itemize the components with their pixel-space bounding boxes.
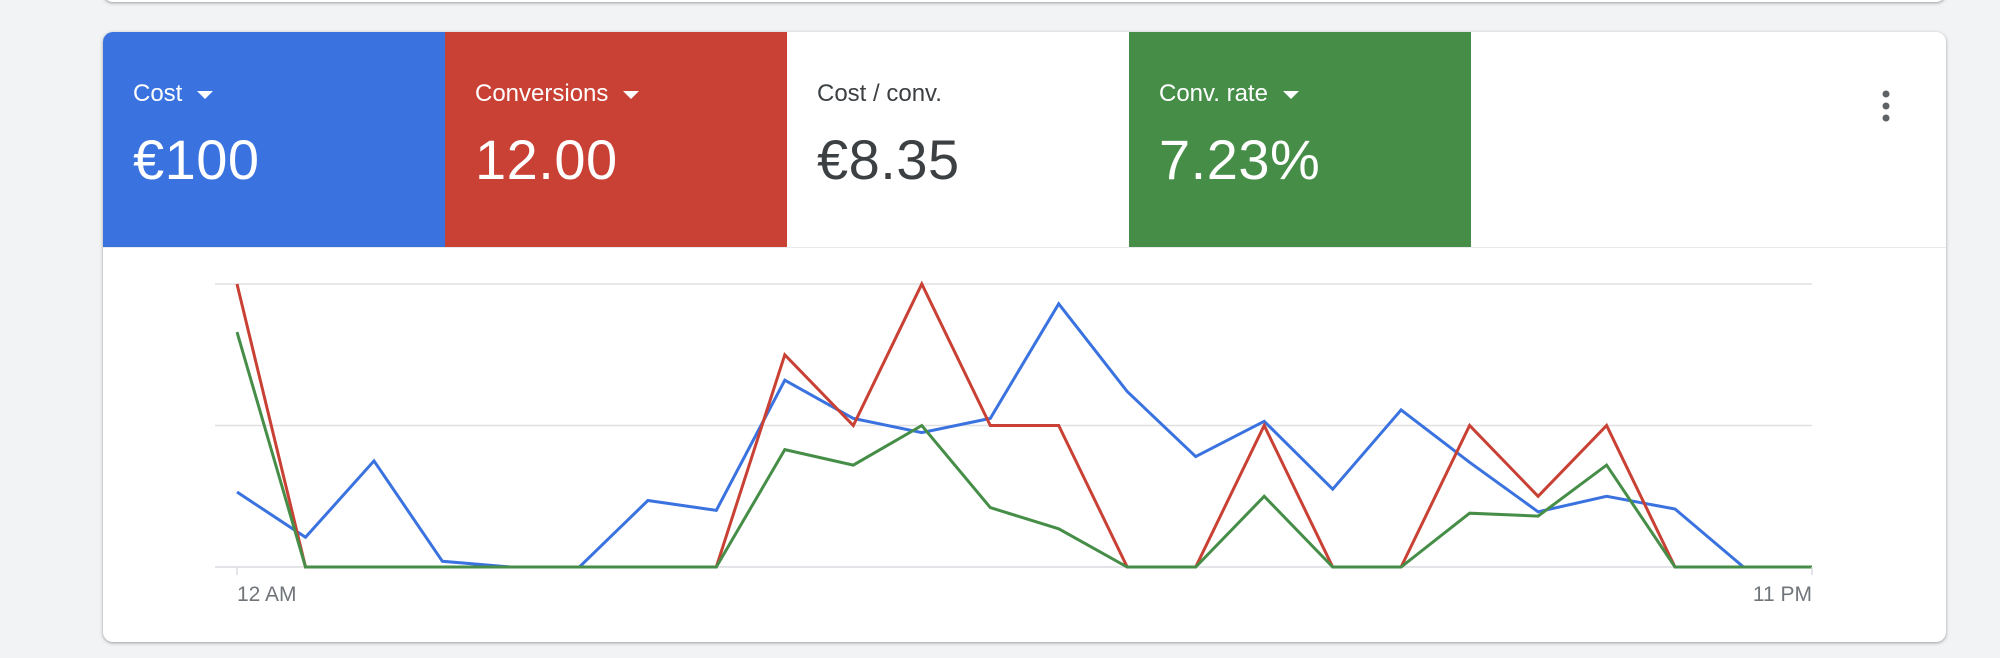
- x-tick-label: 11 PM: [1753, 583, 1812, 606]
- previous-card: [103, 0, 1946, 2]
- series-line-conv-rate: [235, 331, 1812, 569]
- line-chart: 12 AM 11 PM: [215, 280, 1813, 606]
- series-line-cost: [236, 301, 1812, 569]
- performance-chart-card: Cost €100 Conversions 12.00 Cost / conv. €8.3…: [103, 32, 1946, 642]
- x-tick-label: 12 AM: [237, 583, 297, 606]
